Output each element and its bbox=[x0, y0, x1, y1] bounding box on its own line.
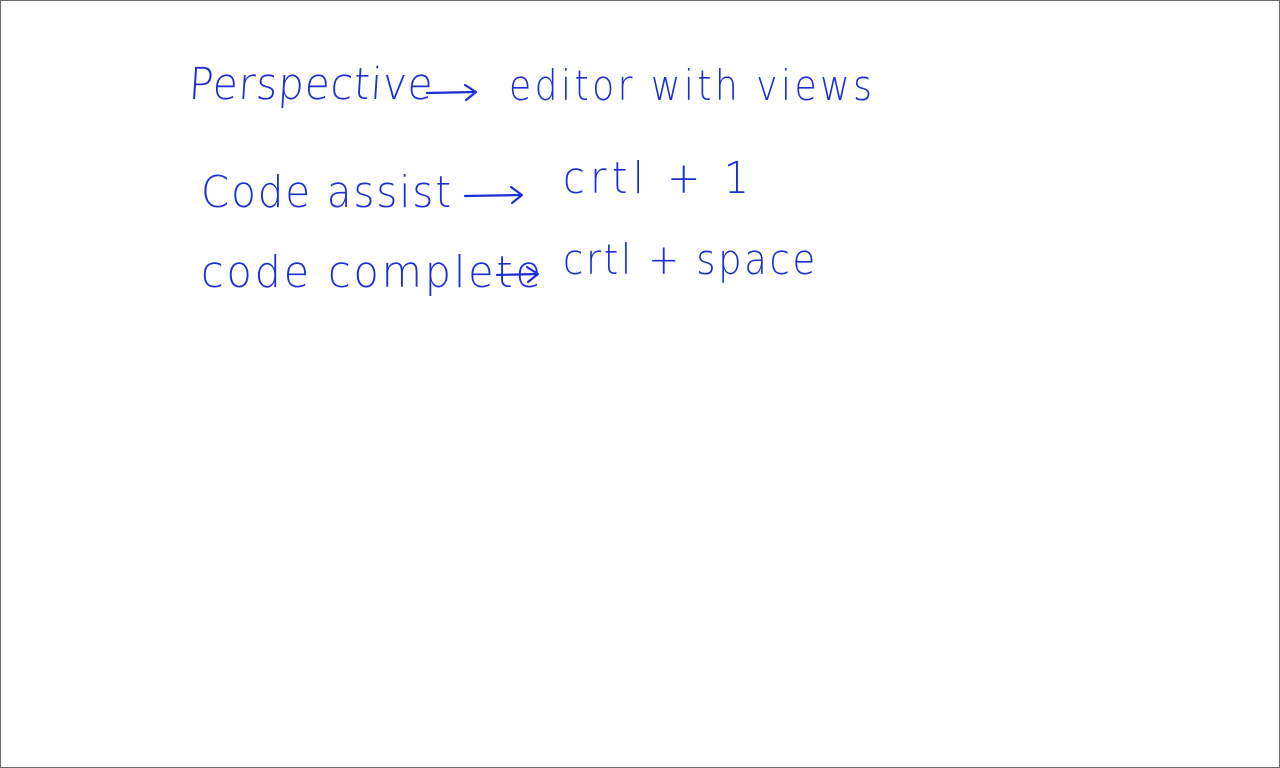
note-term-2: Code assist bbox=[201, 167, 453, 218]
note-meaning-3: crtl + space bbox=[563, 235, 818, 284]
whiteboard-canvas: Perspective editor with views Code assis… bbox=[0, 0, 1280, 768]
note-meaning-2: crtl + 1 bbox=[563, 153, 755, 204]
arrow-icon bbox=[463, 185, 524, 205]
arrow-icon bbox=[495, 265, 540, 284]
arrow-icon bbox=[425, 83, 478, 102]
note-meaning-1: editor with views bbox=[509, 61, 876, 110]
note-term-1: Perspective bbox=[187, 59, 436, 110]
note-term-3: code complete bbox=[201, 247, 544, 298]
